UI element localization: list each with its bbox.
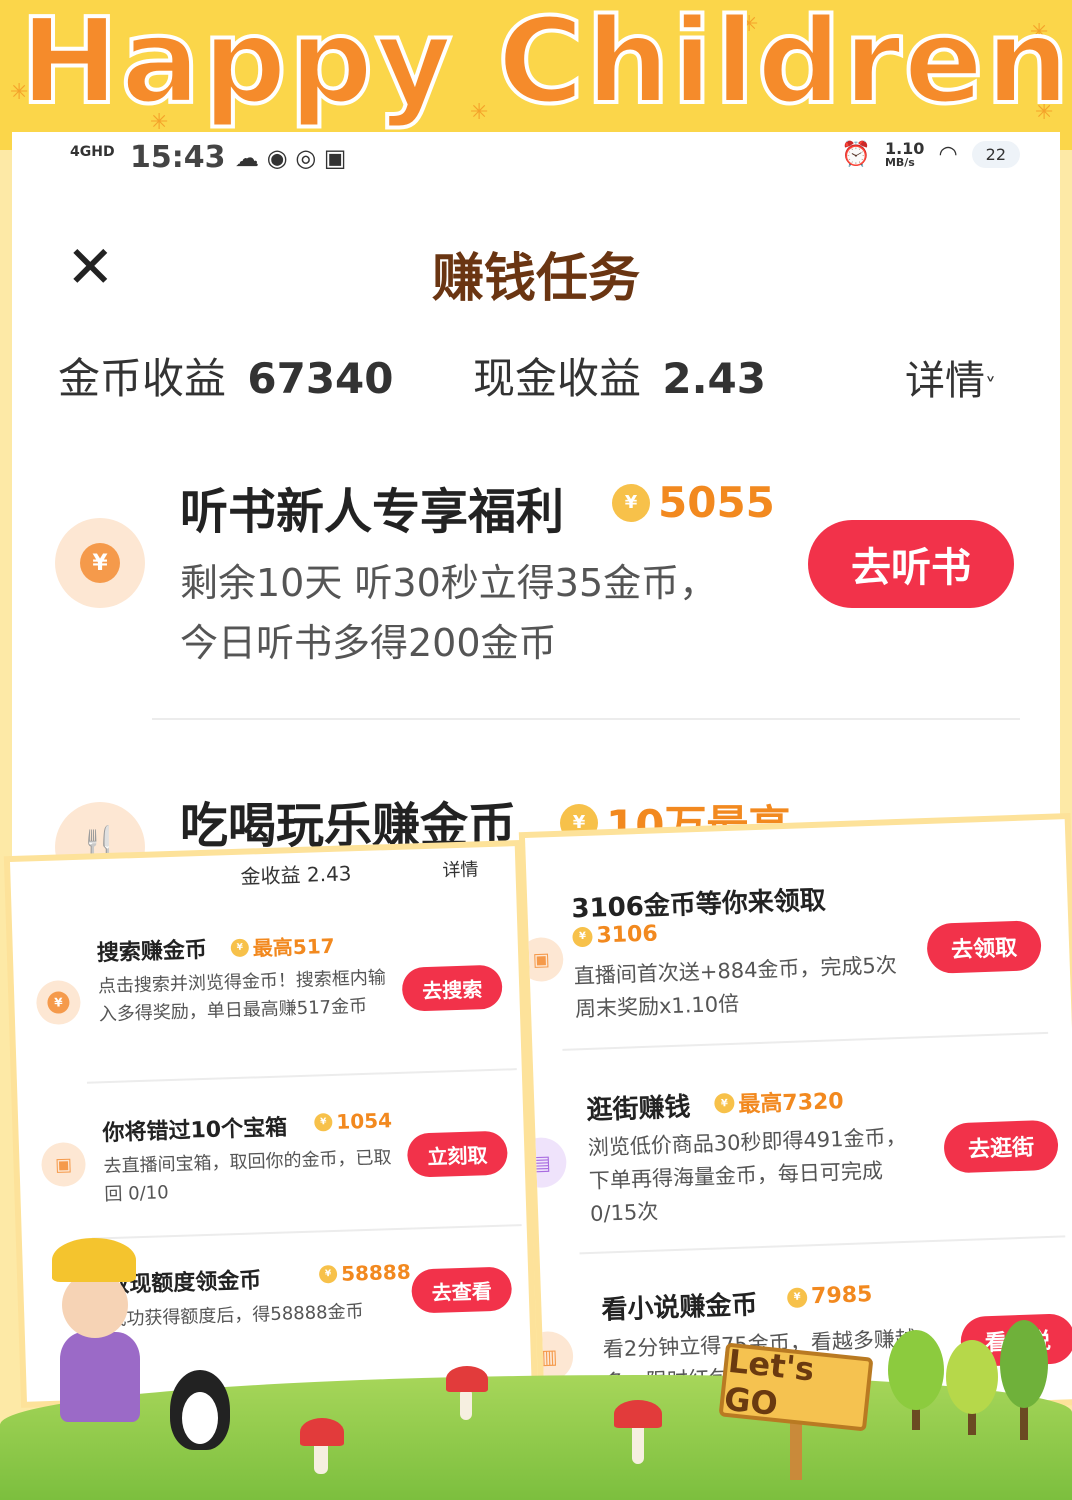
task-icon-listen: ¥ (55, 518, 145, 608)
yuan-icon: ¥ (80, 543, 120, 583)
tree-icon (888, 1330, 944, 1410)
reward-value: 5055 (658, 478, 775, 527)
divider (152, 718, 1020, 720)
divider (562, 1031, 1049, 1051)
task-title: 3106金币等你来领取 (570, 885, 827, 925)
task-title: 看小说赚金币 (601, 1290, 758, 1326)
yuan-icon: ¥ (47, 991, 70, 1014)
task-reward: ¥ 3106 (572, 921, 658, 949)
banner: ✳ ✳ ✳ ✳ ✳ ✳ ✳ Happy Children (0, 0, 1072, 150)
reward-value: 3106 (596, 921, 659, 949)
divider (86, 1068, 517, 1084)
coin-earnings-value: 67340 (247, 354, 394, 403)
cash-earnings-value: 2.43 (662, 354, 767, 403)
coin-icon: ¥ (572, 926, 593, 947)
divider (91, 1224, 522, 1240)
search-button[interactable]: 去搜索 (401, 964, 503, 1012)
cash-earnings: 现金收益 2.43 (473, 345, 766, 406)
mushroom-icon (614, 1400, 662, 1428)
task-reward: ¥ 最高7320 (714, 1083, 844, 1119)
coin-icon: ¥ (230, 938, 250, 957)
task-title: 逛街赚钱 (586, 1092, 692, 1127)
coin-icon: ¥ (612, 483, 650, 522)
penguin-belly (182, 1392, 218, 1444)
task-desc: 去直播间宝箱，取回你的金币，已取回 0/10 (103, 1147, 392, 1206)
wifi-icon: ◠ (938, 141, 958, 167)
chevron-down-icon: ˅ (985, 375, 996, 400)
task-title: 搜索赚金币 (96, 937, 208, 967)
coin-earnings: 金币收益 67340 (58, 345, 394, 406)
task-icon-search: ¥ (35, 979, 82, 1026)
detail-label: 详情 (905, 358, 985, 404)
task-title: 吃喝玩乐赚金币 (180, 798, 517, 854)
speed-unit: MB/s (884, 155, 915, 169)
mushroom-icon (446, 1366, 488, 1392)
task-desc: 成功获得额度后，得58888金币 (108, 1301, 364, 1331)
speed-value: 1.10 (884, 138, 925, 158)
task-desc: 浏览低价商品30秒即得491金币，下单再得海量金币，每日可完成0/15次 (587, 1124, 907, 1226)
listen-button[interactable]: 去听书 (808, 520, 1014, 608)
task-reward: ¥ 5055 (612, 478, 775, 527)
reward-value: 最高517 (252, 933, 335, 961)
task-desc-line1: 剩余10天 听30秒立得35金币， (180, 561, 718, 605)
status-time: 15:43 (130, 140, 226, 175)
coin-icon: ¥ (786, 1286, 808, 1308)
reward-value: 7985 (810, 1282, 873, 1310)
view-button[interactable]: 去查看 (411, 1266, 513, 1314)
reward-value: 1054 (335, 1108, 393, 1134)
reward-value: 58888 (340, 1259, 412, 1286)
cash-earnings-label: 现金收益 (473, 354, 642, 403)
mushroom-stem (460, 1388, 472, 1420)
task-reward: ¥ 最高517 (230, 930, 335, 962)
task-desc: 点击搜索并浏览得金币！搜索框内输入多得奖励，单日最高赚517金币 (97, 967, 387, 1026)
mushroom-icon (300, 1418, 344, 1446)
status-bar: 4GHD 15:43 ☁ ◉ ◎ ▣ ⏰ 1.10 MB/s ◠ 22 (60, 140, 1020, 190)
task-icon-shop: ▤ (525, 1136, 568, 1189)
reward-value: 最高7320 (738, 1089, 845, 1118)
battery-indicator: 22 (971, 140, 1020, 168)
task-reward: ¥ 58888 (318, 1259, 412, 1287)
girl-dress (60, 1332, 140, 1422)
peek-detail: 详情 (442, 859, 479, 882)
girl-hat-icon (52, 1238, 136, 1282)
open-now-button[interactable]: 立刻取 (406, 1130, 509, 1178)
coin-earnings-label: 金币收益 (58, 354, 227, 403)
detail-link[interactable]: 详情˅ (905, 348, 996, 406)
tv-icon: ▣ (54, 1153, 73, 1176)
network-indicator: 4GHD (70, 144, 115, 160)
tv-icon: ▣ (532, 948, 551, 971)
task-icon-live: ▣ (40, 1141, 87, 1188)
task-reward: ¥ 7985 (786, 1282, 873, 1310)
divider (579, 1235, 1066, 1255)
claim-button[interactable]: 去领取 (926, 920, 1042, 975)
banner-title: Happy Children (18, 0, 1072, 132)
task-title: 你将错过10个宝箱 (102, 1115, 288, 1147)
shop-button[interactable]: 去逛街 (943, 1119, 1059, 1174)
task-desc-line2: 今日听书多得200金币 (180, 621, 557, 665)
book-icon: ▥ (538, 1344, 558, 1369)
page-title: 赚钱任务 (431, 249, 640, 309)
shop-icon: ▤ (531, 1150, 552, 1175)
peek-earnings: 金收益 2.43 (240, 861, 352, 889)
task-desc: 直播间首次送+884金币，完成5次周末奖励x1.10倍 (573, 953, 898, 1022)
coin-icon: ¥ (318, 1264, 338, 1284)
lets-go-sign: Let's GO (718, 1342, 874, 1432)
task-icon-live: ▣ (525, 936, 565, 983)
screenshot-panel-right: ▣ 3106金币等你来领取 ¥ 3106 直播间首次送+884金币，完成5次周末… (525, 819, 1072, 1418)
task-reward: ¥ 1054 (314, 1108, 392, 1134)
notification-icons: ☁ ◉ ◎ ▣ (235, 144, 347, 172)
coin-icon: ¥ (714, 1092, 735, 1114)
task-title: 听书新人专享福利 (180, 484, 565, 540)
tree-icon (1000, 1320, 1048, 1408)
coin-icon: ¥ (314, 1113, 333, 1132)
tree-icon (946, 1340, 998, 1414)
alarm-icon: ⏰ (841, 140, 871, 168)
